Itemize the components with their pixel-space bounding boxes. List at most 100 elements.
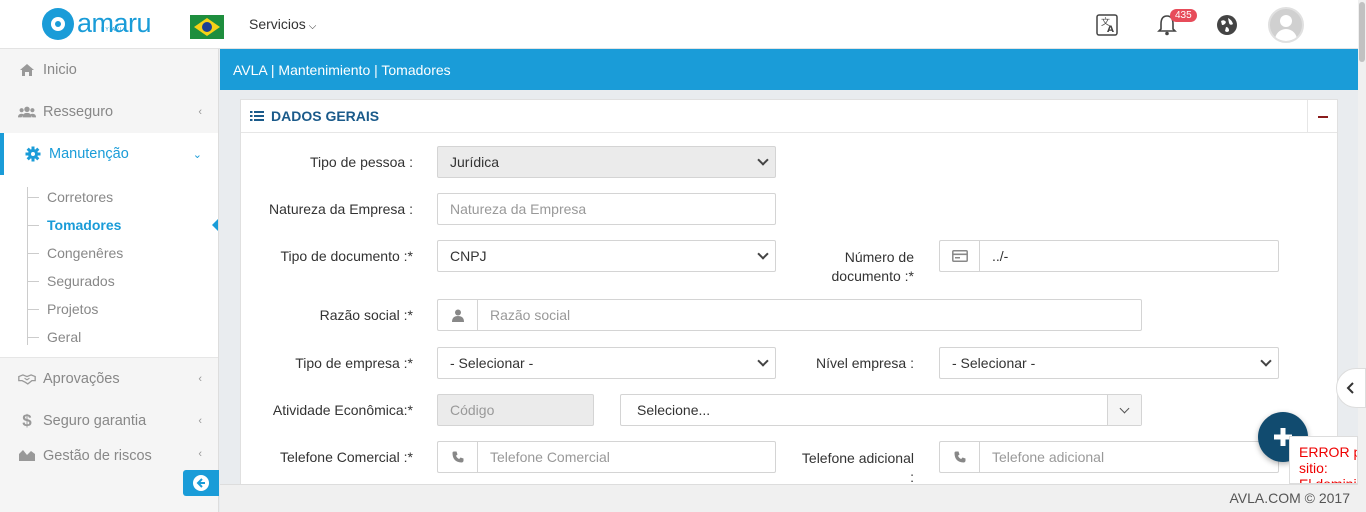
submenu-item-geral[interactable]: Geral xyxy=(0,323,218,351)
chevron-down-icon xyxy=(1260,355,1272,367)
dados-gerais-card: DADOS GERAIS Tipo de pessoa : Jurídica N… xyxy=(240,99,1338,499)
chevron-down-icon xyxy=(757,248,769,260)
error-line-3: El domini xyxy=(1299,476,1357,484)
handshake-icon xyxy=(18,372,36,386)
tipo-pessoa-select[interactable]: Jurídica xyxy=(437,146,776,178)
telefone-adicional-input[interactable]: Telefone adicional xyxy=(979,441,1279,473)
phone-icon xyxy=(939,441,979,473)
submenu-item-projetos[interactable]: Projetos xyxy=(0,295,218,323)
natureza-placeholder: Natureza da Empresa xyxy=(450,201,587,217)
sidebar-item-aprovacoes[interactable]: Aprovações ‹ xyxy=(0,358,218,400)
maintenance-submenu: Corretores Tomadores Congenêres Segurado… xyxy=(0,175,218,358)
numero-documento-input[interactable]: ../- xyxy=(979,240,1279,272)
globe-icon[interactable] xyxy=(1215,13,1239,37)
submenu-item-segurados[interactable]: Segurados xyxy=(0,267,218,295)
minimize-card-button[interactable] xyxy=(1307,100,1337,133)
tipo-empresa-select[interactable]: - Selecionar - xyxy=(437,347,776,379)
atividade-codigo-input[interactable]: Código xyxy=(437,394,594,426)
breadcrumb: AVLA | Mantenimiento | Tomadores xyxy=(220,49,1358,90)
numero-documento-label-line1: Número de xyxy=(844,249,914,265)
natureza-label: Natureza da Empresa : xyxy=(269,201,413,217)
top-bar: amaru BY AVLA Servicios ⌵ 文A 435 xyxy=(0,0,1358,49)
logo-mark-icon xyxy=(42,8,74,40)
phone-icon xyxy=(437,441,477,473)
tipo-documento-value: CNPJ xyxy=(450,248,487,264)
users-icon xyxy=(18,105,36,119)
sidebar-item-label: Aprovações xyxy=(43,371,120,387)
submenu-item-congeneres[interactable]: Congenêres xyxy=(0,239,218,267)
telefone-comercial-placeholder: Telefone Comercial xyxy=(490,449,610,465)
razao-social-placeholder: Razão social xyxy=(490,307,571,323)
services-menu[interactable]: Servicios ⌵ xyxy=(249,16,316,32)
card-title: DADOS GERAIS xyxy=(271,108,380,124)
error-message: ERROR pa sitio: El domini xyxy=(1289,436,1358,484)
tipo-empresa-value: - Selecionar - xyxy=(450,355,534,371)
tipo-empresa-label: Tipo de empresa :* xyxy=(295,355,413,371)
sidebar-item-label: Manutenção xyxy=(49,146,129,162)
submenu-item-tomadores[interactable]: Tomadores xyxy=(0,211,218,239)
tipo-documento-select[interactable]: CNPJ xyxy=(437,240,776,272)
scrollbar-thumb[interactable] xyxy=(1359,2,1365,62)
sidebar-item-seguro-garantia[interactable]: $ Seguro garantia ‹ xyxy=(0,400,218,442)
atividade-combobox[interactable]: Selecione... xyxy=(620,394,1142,426)
sidebar-item-label: Resseguro xyxy=(43,104,114,120)
nivel-empresa-value: - Selecionar - xyxy=(952,355,1036,371)
translate-icon[interactable]: 文A xyxy=(1095,13,1119,37)
chevron-left-icon: ‹ xyxy=(198,415,202,427)
telefone-adicional-label: Telefone adicional : xyxy=(781,449,914,487)
user-avatar[interactable] xyxy=(1268,7,1304,43)
home-icon xyxy=(18,63,36,77)
tipo-documento-label: Tipo de documento :* xyxy=(280,248,413,264)
error-line-1: ERROR pa xyxy=(1299,444,1357,460)
sidebar-item-manutencao[interactable]: Manutenção ⌄ xyxy=(0,133,218,175)
chevron-down-icon[interactable] xyxy=(1107,395,1141,425)
numero-documento-label: Número de documento :* xyxy=(801,248,915,286)
brazil-flag-icon[interactable] xyxy=(190,15,224,39)
chevron-down-icon xyxy=(757,355,769,367)
chevron-down-icon xyxy=(757,154,769,166)
telefone-adicional-label-line1: Telefone adicional xyxy=(801,450,914,466)
svg-text:A: A xyxy=(1107,25,1114,35)
razao-social-label: Razão social :* xyxy=(319,307,413,323)
services-label: Servicios xyxy=(249,16,306,32)
dollar-icon: $ xyxy=(22,411,32,430)
natureza-input[interactable]: Natureza da Empresa xyxy=(437,193,776,225)
telefone-comercial-label: Telefone Comercial :* xyxy=(279,449,413,465)
submenu-item-corretores[interactable]: Corretores xyxy=(0,183,218,211)
side-panel-toggle[interactable] xyxy=(1336,368,1366,408)
sidebar-item-label: Inicio xyxy=(43,62,77,78)
sidebar-item-resseguro[interactable]: Resseguro ‹ xyxy=(0,91,218,133)
gear-icon xyxy=(24,146,42,162)
notification-count-badge: 435 xyxy=(1170,9,1197,22)
footer: AVLA.COM © 2017 xyxy=(220,484,1358,512)
chevron-down-icon: ⌄ xyxy=(192,148,202,161)
tipo-pessoa-value: Jurídica xyxy=(450,154,500,170)
numero-documento-value: ../- xyxy=(992,248,1009,264)
telefone-comercial-input[interactable]: Telefone Comercial xyxy=(477,441,776,473)
nivel-empresa-label: Nível empresa : xyxy=(815,355,914,371)
chevron-down-icon: ⌵ xyxy=(308,21,317,32)
amaru-logo[interactable]: amaru xyxy=(42,8,152,40)
atividade-codigo-placeholder: Código xyxy=(450,402,495,418)
collapse-sidebar-button[interactable] xyxy=(183,470,219,496)
nivel-empresa-select[interactable]: - Selecionar - xyxy=(939,347,1279,379)
card-header: DADOS GERAIS xyxy=(241,100,1337,133)
arrow-left-circle-icon xyxy=(193,475,209,491)
sidebar-item-label: Seguro garantia xyxy=(43,413,147,429)
sidebar: Inicio Resseguro ‹ Manutenção ⌄ Corretor… xyxy=(0,49,219,512)
numero-documento-label-line2: documento :* xyxy=(831,268,915,284)
sidebar-item-inicio[interactable]: Inicio xyxy=(0,49,218,91)
list-icon xyxy=(250,111,264,121)
atividade-value: Selecione... xyxy=(637,402,711,418)
atividade-label: Atividade Econômica:* xyxy=(272,402,413,418)
sidebar-item-label: Gestão de riscos xyxy=(43,448,152,464)
logo-subtitle: BY AVLA xyxy=(101,27,129,33)
telefone-adicional-label-line2: : xyxy=(910,469,914,485)
chevron-left-icon: ‹ xyxy=(198,106,202,118)
chevron-left-icon: ‹ xyxy=(198,448,202,460)
page-scrollbar[interactable] xyxy=(1358,0,1366,512)
sidebar-item-gestao-riscos[interactable]: Gestão de riscos ‹ xyxy=(0,442,218,470)
chevron-left-icon xyxy=(1346,382,1354,394)
chevron-left-icon: ‹ xyxy=(198,373,202,385)
razao-social-input[interactable]: Razão social xyxy=(477,299,1142,331)
